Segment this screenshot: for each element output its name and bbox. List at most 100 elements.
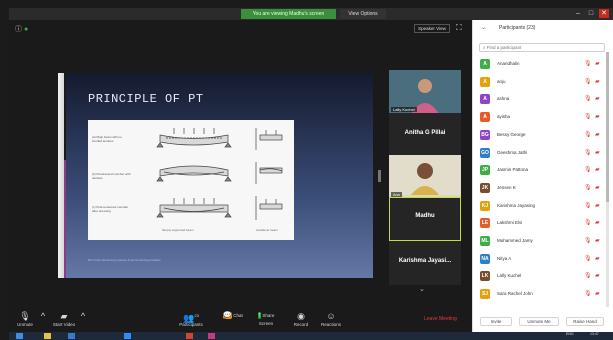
collapse-panel-icon[interactable]: ⌄ [481, 24, 486, 31]
participant-name: Anandhalin [497, 61, 520, 66]
share-screen-button[interactable]: ↑ Share Screen [251, 311, 281, 326]
participant-row[interactable]: SJ Sara Rachel John 🎙 ▰ [480, 287, 607, 301]
meeting-info-icon[interactable]: ⓘ ● [15, 24, 28, 34]
chrome-icon[interactable] [186, 333, 193, 339]
participant-photo [389, 155, 461, 195]
chevron-down-icon[interactable]: ⌄ [419, 285, 425, 293]
video-off-icon: ▰ [595, 184, 600, 191]
fullscreen-icon[interactable]: ⛶ [456, 23, 462, 33]
search-icon: ⌕ [483, 45, 486, 50]
participant-row[interactable]: LE Lakshmi Elvi 🎙 ▰ [480, 216, 607, 230]
audio-options-caret[interactable]: ^ [40, 311, 46, 322]
record-button[interactable]: ◉ Record [290, 311, 312, 327]
leave-meeting-button[interactable]: Leave Meeting [424, 316, 457, 322]
panel-scrollbar-thumb[interactable] [606, 52, 609, 202]
start-video-button[interactable]: ▰ Start Video [50, 311, 78, 327]
participant-row[interactable]: NA Nitya A 🎙 ▰ [480, 252, 607, 266]
participant-row[interactable]: LK Lally Kuchel 🎙 ▰ [480, 269, 607, 283]
slide-title: PRINCIPLE OF PT [88, 92, 204, 106]
participant-row[interactable]: Aayisha 🎙 ▰ [480, 110, 607, 124]
participant-name: Geeshma Jathi [497, 149, 528, 155]
participant-row[interactable]: Aanju 🎙 ▰ [480, 75, 607, 89]
video-tile[interactable]: Anitha G Pillai [389, 113, 461, 157]
microphone-muted-icon: 🎙 [584, 149, 592, 156]
shield-icon: ● [23, 26, 29, 33]
participant-name: ayisha [497, 114, 511, 120]
raise-hand-button[interactable]: Raise Hand [566, 317, 604, 326]
chat-button[interactable]: 💬 Chat [222, 311, 244, 321]
participant-name: Karishma Jayasing [497, 202, 536, 208]
start-icon[interactable] [16, 333, 23, 339]
participant-row[interactable]: JK Jensen K 🎙 ▰ [480, 181, 607, 195]
avatar: KJ [480, 200, 490, 211]
avatar: GO [480, 147, 490, 158]
participants-label: Participants [179, 322, 203, 327]
participant-row[interactable]: A Anandhalin 🎙 ▰ [480, 57, 607, 71]
participant-row[interactable]: KJ Karishma Jayasing 🎙 ▰ [480, 199, 607, 213]
chat-label: Chat [233, 313, 243, 318]
participant-name: Lakshmi Elvi [497, 220, 523, 226]
app-icon[interactable] [208, 333, 215, 339]
microphone-muted-icon: 🎙 [19, 311, 31, 321]
participant-row[interactable]: BG Bessy George 🎙 ▰ [480, 128, 607, 142]
reactions-label: Reactions [320, 322, 341, 327]
video-off-icon: ▰ [595, 202, 600, 209]
unmute-button[interactable]: 🎙 Unmute [14, 311, 36, 327]
avatar: SJ [480, 289, 490, 300]
participants-button[interactable]: 👥23 Participants [176, 311, 206, 327]
video-off-icon: ▰ [595, 273, 600, 280]
strip-scroll-handle[interactable] [378, 170, 381, 182]
maximize-button[interactable]: □ [586, 9, 596, 18]
chevron-up-icon: ^ [80, 311, 86, 321]
speaker-view-button[interactable]: Speaker View [414, 24, 450, 33]
video-tile-name: Lally Kuchel [391, 107, 417, 112]
avatar: LK [480, 271, 490, 282]
participant-name: Muhammed Jamy [497, 238, 533, 243]
avatar: NA [480, 253, 490, 264]
video-off-icon: ▰ [595, 220, 600, 227]
video-off-icon: ▰ [595, 131, 600, 138]
participant-name: Bessy George [497, 131, 526, 137]
video-tile[interactable]: Ann [389, 155, 461, 199]
participant-row[interactable]: JP Jasmin Pattona 🎙 ▰ [480, 163, 607, 177]
zoom-icon[interactable] [124, 333, 131, 339]
avatar: BG [480, 129, 490, 140]
video-tile[interactable]: Lally Kuchel [389, 70, 461, 114]
participant-name: Lally Kuchel [497, 273, 522, 279]
share-screen-label: Share Screen [258, 313, 275, 326]
video-tile[interactable]: Karishma Jayasi... [389, 241, 461, 285]
microphone-muted-icon: 🎙 [584, 220, 592, 227]
close-button[interactable]: ✕ [599, 9, 609, 18]
invite-button[interactable]: Invite [480, 317, 512, 326]
microphone-muted-icon: 🎙 [584, 78, 592, 85]
share-screen-icon: ↑ [257, 312, 262, 319]
video-tile-name: Karishma Jayasi... [398, 258, 452, 264]
video-off-icon: ▰ [595, 114, 600, 121]
reactions-button[interactable]: ☺ Reactions [318, 311, 344, 327]
participant-row[interactable]: ML Muhammed Jamy 🎙 ▰ [480, 234, 607, 248]
avatar: JK [480, 182, 490, 193]
minimize-button[interactable]: – [573, 9, 583, 18]
unmute-me-button[interactable]: Unmute Me [519, 317, 559, 326]
participant-search-input[interactable]: ⌕ Find a participant [479, 43, 605, 52]
video-options-caret[interactable]: ^ [80, 311, 86, 322]
file-explorer-icon[interactable] [44, 333, 51, 339]
browser-icon[interactable] [68, 333, 75, 339]
video-off-icon: ▰ [595, 167, 600, 174]
microphone-muted-icon: 🎙 [584, 273, 592, 280]
chevron-up-icon: ^ [40, 311, 46, 321]
unmute-label: Unmute [17, 322, 33, 327]
windows-taskbar [9, 332, 613, 340]
video-off-icon: ▰ [595, 291, 600, 298]
video-tile-active[interactable]: Madhu [389, 197, 461, 241]
view-options-button[interactable]: View Options [340, 9, 386, 19]
language-indicator[interactable]: ENG [566, 332, 574, 336]
participant-name: Nitya A [497, 255, 512, 261]
microphone-muted-icon: 🎙 [584, 291, 592, 298]
video-off-icon: ▰ [595, 149, 600, 156]
participant-row[interactable]: GO Geeshma Jathi 🎙 ▰ [480, 146, 607, 160]
microphone-muted-icon: 🎙 [584, 61, 592, 67]
clock[interactable]: 13:47 [590, 332, 599, 336]
microphone-muted-icon: 🎙 [584, 131, 592, 138]
participant-row[interactable]: Aashna 🎙 ▰ [480, 92, 607, 106]
